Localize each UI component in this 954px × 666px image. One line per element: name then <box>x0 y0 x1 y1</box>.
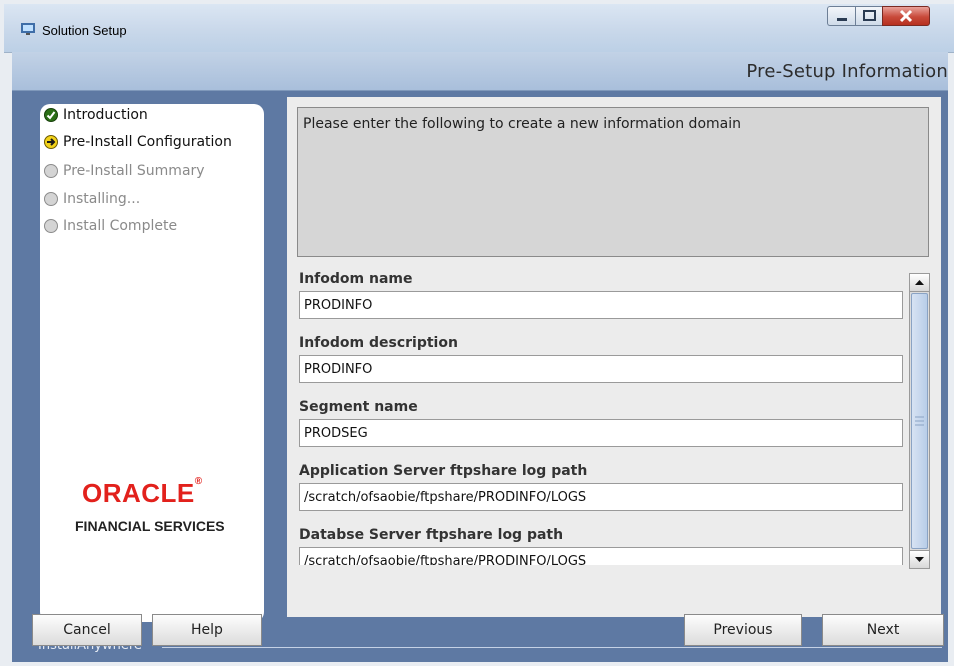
help-button[interactable]: Help <box>152 614 262 646</box>
infodom-name-label: Infodom name <box>299 271 413 287</box>
next-button[interactable]: Next <box>822 614 944 646</box>
pending-circle-icon <box>44 164 58 178</box>
close-icon <box>899 9 913 23</box>
segment-name-label: Segment name <box>299 399 418 415</box>
scroll-thumb[interactable] <box>911 293 928 549</box>
form-scrollbar[interactable] <box>909 273 930 569</box>
infodom-form: Infodom name PRODINFO Infodom descriptio… <box>297 265 907 565</box>
step-installing: Installing... <box>44 188 140 210</box>
db-server-log-path-label: Databse Server ftpshare log path <box>299 527 564 543</box>
installer-window: Solution Setup Pre-Setup Information Int… <box>4 4 954 666</box>
maximize-button[interactable] <box>855 6 883 26</box>
app-icon <box>21 23 35 35</box>
instruction-box: Please enter the following to create a n… <box>297 107 929 257</box>
arrow-right-icon <box>44 135 58 149</box>
app-server-log-path-label: Application Server ftpshare log path <box>299 463 588 479</box>
content-panel: Please enter the following to create a n… <box>287 97 941 617</box>
app-server-log-path-input[interactable]: /scratch/ofsaobie/ftpshare/PRODINFO/LOGS <box>299 483 903 511</box>
segment-name-input[interactable]: PRODSEG <box>299 419 903 447</box>
previous-button[interactable]: Previous <box>684 614 802 646</box>
close-button[interactable] <box>882 6 930 26</box>
pending-circle-icon <box>44 219 58 233</box>
step-label: Pre-Install Configuration <box>63 134 232 150</box>
scroll-down-button[interactable] <box>910 550 929 568</box>
step-install-complete: Install Complete <box>44 215 177 237</box>
oracle-logo: ORACLE® <box>82 476 203 508</box>
page-header: Pre-Setup Information <box>12 52 948 91</box>
window-body: Pre-Setup Information Introduction Pre-I… <box>12 52 948 662</box>
minimize-icon <box>837 18 847 21</box>
title-bar[interactable]: Solution Setup <box>4 4 954 53</box>
footer-divider <box>162 647 942 648</box>
infodom-description-input[interactable]: PRODINFO <box>299 355 903 383</box>
step-pre-install-configuration: Pre-Install Configuration <box>44 131 232 153</box>
window-title: Solution Setup <box>42 23 127 38</box>
scroll-up-button[interactable] <box>910 274 929 292</box>
triangle-up-icon <box>915 280 924 285</box>
triangle-down-icon <box>915 557 924 562</box>
checkmark-icon <box>44 108 58 122</box>
step-label: Install Complete <box>63 218 178 234</box>
step-introduction: Introduction <box>44 104 148 126</box>
page-title: Pre-Setup Information <box>746 61 948 82</box>
step-label: Introduction <box>63 107 148 123</box>
oracle-subtitle: FINANCIAL SERVICES <box>75 518 225 534</box>
instruction-text: Please enter the following to create a n… <box>303 116 741 132</box>
steps-panel: Introduction Pre-Install Configuration P… <box>40 104 264 622</box>
minimize-button[interactable] <box>827 6 856 26</box>
step-pre-install-summary: Pre-Install Summary <box>44 160 205 182</box>
maximize-icon <box>863 10 876 21</box>
cancel-button[interactable]: Cancel <box>32 614 142 646</box>
step-label: Pre-Install Summary <box>63 163 205 179</box>
step-label: Installing... <box>63 191 141 207</box>
db-server-log-path-input[interactable]: /scratch/ofsaobie/ftpshare/PRODINFO/LOGS <box>299 547 903 565</box>
grip-icon <box>915 416 924 426</box>
pending-circle-icon <box>44 192 58 206</box>
infodom-name-input[interactable]: PRODINFO <box>299 291 903 319</box>
infodom-description-label: Infodom description <box>299 335 458 351</box>
